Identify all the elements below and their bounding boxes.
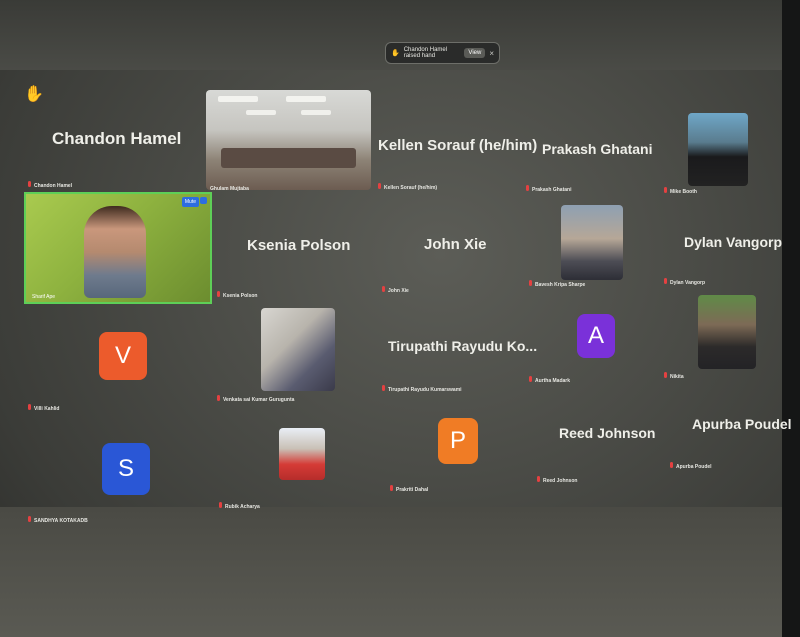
raised-hand-notification: ✋ Chandon Hamel raised hand View × — [385, 42, 500, 64]
participant-name: Reed Johnson — [559, 425, 656, 441]
participant-footer: Prakriti Dahal — [390, 485, 428, 493]
participant-tile[interactable]: Dylan Vangorp Dylan Vangorp — [660, 192, 782, 292]
muted-mic-icon — [28, 404, 31, 410]
participant-name: Ksenia Polson — [247, 237, 351, 254]
muted-mic-icon — [378, 183, 381, 189]
avatar: P — [438, 418, 478, 464]
participant-tile[interactable]: Mike Booth — [660, 95, 770, 195]
muted-mic-icon — [390, 485, 393, 491]
participant-tile[interactable]: S SANDHYA KOTAKADB — [24, 418, 209, 528]
classroom-video — [206, 90, 371, 190]
participant-name: Chandon Hamel — [52, 129, 182, 148]
participant-tile[interactable]: John Xie John Xie — [376, 192, 526, 300]
participant-tile[interactable]: Chandon Hamel Chandon Hamel — [24, 95, 209, 190]
muted-mic-icon — [664, 372, 667, 378]
participant-footer: Sharif Ape — [32, 294, 56, 300]
close-icon[interactable]: × — [489, 49, 494, 58]
mute-button[interactable]: Mute — [181, 197, 199, 207]
participant-tile[interactable]: Ksenia Polson Ksenia Polson — [213, 192, 373, 304]
participant-footer: Rubik Acharya — [219, 502, 260, 510]
participant-footer: Nikita — [664, 372, 684, 380]
participant-name: Dylan Vangorp — [684, 234, 783, 250]
participant-name: Prakash Ghatani — [542, 141, 653, 157]
participant-tile[interactable]: Rubik Acharya — [213, 418, 373, 524]
profile-photo — [561, 205, 623, 280]
participant-tile[interactable]: Apurba Poudel Apurba Poudel — [660, 400, 792, 496]
participant-name: John Xie — [424, 236, 487, 253]
participant-tile[interactable]: Nikita — [660, 294, 770, 392]
muted-mic-icon — [529, 376, 532, 382]
participant-tile[interactable]: Kellen Sorauf (he/him) Kellen Sorauf (he… — [372, 95, 537, 191]
avatar: A — [577, 314, 615, 358]
participant-footer: Villi Kahlid — [28, 404, 59, 412]
screen-bezel — [782, 0, 800, 637]
participant-tile[interactable]: Venkata sai Kumar Gurugunta — [213, 306, 373, 412]
participant-tile[interactable]: Bavesh Kripa Sharpe — [525, 192, 660, 292]
participant-tile[interactable]: V Villi Kahlid — [24, 308, 209, 418]
participant-footer: Apurba Poudel — [670, 462, 712, 470]
participant-tile[interactable]: Ghulam Mujtaba — [206, 90, 371, 192]
muted-mic-icon — [526, 185, 529, 191]
profile-photo — [688, 113, 748, 186]
muted-mic-icon — [28, 516, 31, 522]
muted-mic-icon — [217, 395, 220, 401]
notification-text: Chandon Hamel raised hand — [403, 47, 448, 59]
muted-mic-icon — [664, 278, 667, 284]
avatar: V — [99, 332, 147, 380]
profile-photo — [279, 428, 325, 480]
participant-tile[interactable]: A Aurtha Madark — [525, 306, 660, 408]
participant-tile[interactable]: P Prakriti Dahal — [376, 410, 526, 514]
participant-footer: Aurtha Madark — [529, 376, 570, 384]
more-options-icon[interactable] — [200, 197, 207, 204]
participant-name: Tirupathi Rayudu Ko... — [388, 338, 538, 354]
participant-footer: Tirupathi Rayudu Kumarswami — [382, 385, 462, 393]
muted-mic-icon — [529, 280, 532, 286]
raised-hand-icon: ✋ — [391, 50, 400, 57]
participant-footer: Bavesh Kripa Sharpe — [529, 280, 585, 288]
participant-footer: Kellen Sorauf (he/him) — [378, 183, 437, 191]
participant-footer: Dylan Vangorp — [664, 278, 705, 286]
view-button[interactable]: View — [464, 48, 486, 58]
muted-mic-icon — [28, 181, 31, 187]
active-speaker-video[interactable]: Mute Sharif Ape — [24, 192, 212, 304]
muted-mic-icon — [537, 476, 540, 482]
participant-footer: Chandon Hamel — [28, 181, 72, 189]
participant-tile[interactable]: Prakash Ghatani Prakash Ghatani — [522, 95, 662, 193]
muted-mic-icon — [670, 462, 673, 468]
muted-mic-icon — [382, 286, 385, 292]
participant-footer: Reed Johnson — [537, 476, 577, 484]
muted-mic-icon — [382, 385, 385, 391]
participant-footer: John Xie — [382, 286, 409, 294]
avatar: S — [102, 443, 150, 495]
participant-tile[interactable]: Reed Johnson Reed Johnson — [525, 408, 660, 504]
profile-photo — [698, 295, 756, 369]
muted-mic-icon — [217, 291, 220, 297]
participant-tile[interactable]: Tirupathi Rayudu Ko... Tirupathi Rayudu … — [376, 306, 537, 410]
muted-mic-icon — [219, 502, 222, 508]
participant-name: Kellen Sorauf (he/him) — [378, 137, 538, 154]
profile-photo — [261, 308, 335, 391]
participant-name: Apurba Poudel — [692, 416, 792, 432]
participant-footer: Venkata sai Kumar Gurugunta — [217, 395, 294, 403]
participant-footer: Ksenia Polson — [217, 291, 257, 299]
participant-footer: SANDHYA KOTAKADB — [28, 516, 88, 524]
